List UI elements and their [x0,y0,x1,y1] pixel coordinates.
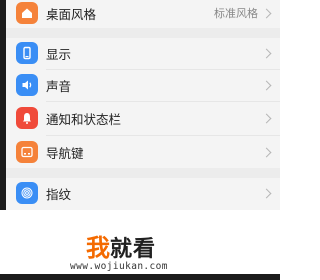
settings-item-sound[interactable]: 声音 [6,70,280,100]
settings-item-desktop-style[interactable]: 桌面风格 标准风格 [6,0,280,28]
chevron-right-icon [261,48,272,58]
bottom-dark-bar [0,274,280,280]
settings-item-navigation-keys[interactable]: 导航键 [6,137,280,167]
section-divider [6,168,280,178]
speaker-icon [16,74,38,96]
chevron-right-icon [261,113,272,123]
fingerprint-icon [16,182,38,204]
settings-item-label: 通知和状态栏 [46,111,122,127]
display-icon [16,42,38,64]
settings-item-notifications[interactable]: 通知和状态栏 [6,103,280,133]
settings-item-label: 导航键 [46,145,84,161]
settings-item-label: 桌面风格 [46,6,97,22]
settings-item-value: 标准风格 [214,7,258,20]
watermark-logo: 我 就看 [86,228,156,262]
settings-list: 桌面风格 标准风格 显示 声音 通知和状态栏 导航键 指纹 [6,0,280,210]
chevron-right-icon [261,80,272,90]
settings-item-label: 显示 [46,46,72,62]
watermark-brand-first: 我 [86,233,110,262]
settings-item-label: 指纹 [46,186,72,202]
watermark-area: 我 就看 www.wojiukan.com [0,210,280,280]
chevron-right-icon [261,188,272,198]
chevron-right-icon [261,147,272,157]
bell-icon [16,107,38,129]
chevron-right-icon [261,8,272,18]
settings-item-fingerprint[interactable]: 指纹 [6,178,280,208]
section-divider [6,28,280,38]
row-separator [46,101,280,102]
settings-item-display[interactable]: 显示 [6,38,280,68]
watermark-brand-rest: 就看 [110,236,157,262]
watermark-url: www.wojiukan.com [70,261,168,272]
settings-item-label: 声音 [46,78,72,94]
home-style-icon [16,2,38,24]
row-separator [46,135,280,136]
navigation-key-icon [16,141,38,163]
